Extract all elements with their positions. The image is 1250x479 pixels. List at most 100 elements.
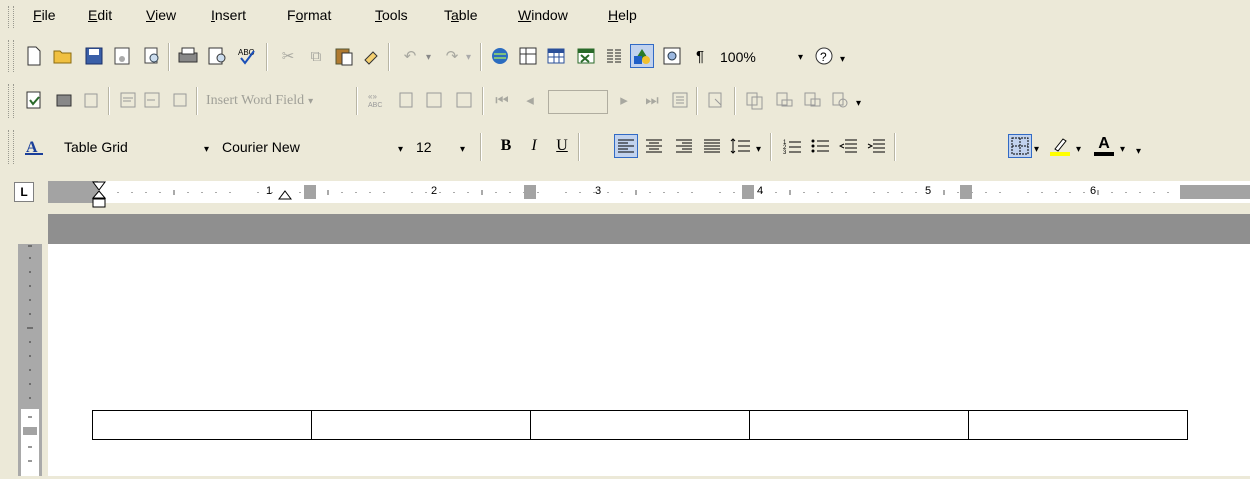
italic-button[interactable]: I (522, 134, 546, 158)
drawing-icon[interactable] (630, 44, 654, 68)
print-icon[interactable] (176, 44, 200, 68)
menu-tools[interactable]: Tools (375, 7, 408, 23)
font-size-combo[interactable]: 12 (412, 136, 448, 158)
menu-format[interactable]: Format (287, 7, 331, 23)
borders-dropdown-icon[interactable]: ▾ (1034, 144, 1039, 155)
zoom-combo[interactable]: 100% (714, 46, 796, 68)
menu-edit[interactable]: Edit (88, 7, 112, 23)
help-icon[interactable]: ? (812, 44, 836, 68)
toolbar-options-icon[interactable]: ▾ (1136, 146, 1141, 157)
spelling-icon[interactable]: ABC (236, 44, 260, 68)
numbering-button[interactable]: 123 (780, 134, 804, 158)
underline-button[interactable]: U (550, 134, 574, 158)
standard-toolbar-grip[interactable] (8, 40, 14, 72)
insert-merge-fields-icon[interactable] (168, 88, 192, 112)
permission-icon[interactable] (110, 44, 134, 68)
columns-icon[interactable] (602, 44, 626, 68)
toolbar-options-icon[interactable]: ▾ (856, 98, 861, 109)
view-merged-data-icon[interactable]: «» ABC (364, 88, 388, 112)
last-record-icon[interactable]: ⏭ (640, 88, 664, 112)
insert-word-field-button[interactable]: Insert Word Field ▾ (204, 90, 354, 112)
copy-icon[interactable]: ⧉ (304, 44, 328, 68)
document-table[interactable] (92, 410, 1188, 440)
highlight-dropdown-icon[interactable]: ▾ (1076, 144, 1081, 155)
table-cell[interactable] (311, 410, 531, 440)
insert-greeting-icon[interactable] (140, 88, 164, 112)
formatting-toolbar-grip[interactable] (8, 130, 14, 164)
bullets-button[interactable] (808, 134, 832, 158)
merge-to-email-icon[interactable] (800, 88, 824, 112)
redo-icon[interactable]: ↷ (440, 44, 464, 68)
cut-icon[interactable]: ✂ (276, 44, 300, 68)
first-record-icon[interactable]: ⏮ (490, 88, 514, 112)
paste-icon[interactable] (332, 44, 356, 68)
print-preview-icon[interactable] (206, 44, 230, 68)
search-icon[interactable] (140, 44, 164, 68)
increase-indent-button[interactable] (864, 134, 888, 158)
document-map-icon[interactable] (660, 44, 684, 68)
merge-to-fax-icon[interactable] (828, 88, 852, 112)
font-color-dropdown-icon[interactable]: ▾ (1120, 144, 1125, 155)
highlight-button[interactable] (1048, 134, 1072, 158)
align-left-button[interactable] (614, 134, 638, 158)
styles-formatting-icon[interactable]: A (22, 134, 46, 158)
show-formatting-icon[interactable]: ¶ (688, 44, 712, 68)
zoom-dropdown-icon[interactable]: ▾ (798, 52, 803, 63)
toolbar-options-icon[interactable]: ▾ (840, 54, 845, 65)
style-dropdown-icon[interactable]: ▾ (204, 144, 209, 155)
menu-help[interactable]: Help (608, 7, 637, 23)
format-painter-icon[interactable] (360, 44, 384, 68)
menu-window[interactable]: Window (518, 7, 568, 23)
new-icon[interactable] (22, 44, 46, 68)
font-size-dropdown-icon[interactable]: ▾ (460, 144, 465, 155)
check-errors-icon[interactable] (704, 88, 728, 112)
merge-to-new-document-icon[interactable] (742, 88, 766, 112)
insert-excel-icon[interactable] (574, 44, 598, 68)
line-spacing-button[interactable] (728, 134, 752, 158)
align-right-button[interactable] (672, 134, 696, 158)
font-color-button[interactable]: A (1092, 134, 1116, 158)
tables-borders-icon[interactable] (516, 44, 540, 68)
menu-view[interactable]: View (146, 7, 176, 23)
line-spacing-dropdown-icon[interactable]: ▾ (756, 144, 761, 155)
menu-file[interactable]: File (33, 7, 56, 23)
merge-to-printer-icon[interactable] (772, 88, 796, 112)
find-entry-icon[interactable] (668, 88, 692, 112)
font-dropdown-icon[interactable]: ▾ (398, 144, 403, 155)
highlight-merge-fields-icon[interactable] (394, 88, 418, 112)
previous-record-icon[interactable]: ◂ (518, 88, 542, 112)
undo-dropdown-icon[interactable]: ▾ (426, 52, 431, 63)
propagate-labels-icon[interactable] (452, 88, 476, 112)
save-icon[interactable] (82, 44, 106, 68)
record-number-field[interactable] (548, 90, 608, 114)
mail-merge-toolbar-grip[interactable] (8, 84, 14, 118)
table-cell[interactable] (749, 410, 969, 440)
recipients-icon[interactable] (80, 88, 104, 112)
insert-table-icon[interactable] (544, 44, 568, 68)
table-cell[interactable] (968, 410, 1188, 440)
next-record-icon[interactable]: ▸ (612, 88, 636, 112)
bold-button[interactable]: B (494, 134, 518, 158)
menu-table[interactable]: Table (444, 7, 477, 23)
insert-address-block-icon[interactable] (116, 88, 140, 112)
hyperlink-icon[interactable] (488, 44, 512, 68)
vertical-ruler[interactable] (18, 244, 42, 476)
decrease-indent-button[interactable] (836, 134, 860, 158)
hanging-indent-marker[interactable] (92, 190, 108, 212)
right-indent-marker[interactable] (278, 190, 294, 204)
open-icon[interactable] (52, 44, 76, 68)
tab-selector[interactable]: L (14, 182, 34, 202)
align-center-button[interactable] (642, 134, 666, 158)
table-cell[interactable] (92, 410, 312, 440)
justify-button[interactable] (700, 134, 724, 158)
match-fields-icon[interactable] (422, 88, 446, 112)
undo-icon[interactable]: ↶ (398, 44, 422, 68)
main-document-setup-icon[interactable] (22, 88, 46, 112)
font-combo[interactable]: Courier New (218, 136, 392, 158)
table-cell[interactable] (530, 410, 750, 440)
open-data-source-icon[interactable] (52, 88, 76, 112)
borders-button[interactable] (1008, 134, 1032, 158)
menu-insert[interactable]: Insert (211, 7, 246, 23)
redo-dropdown-icon[interactable]: ▾ (466, 52, 471, 63)
style-combo[interactable]: Table Grid (54, 136, 194, 158)
